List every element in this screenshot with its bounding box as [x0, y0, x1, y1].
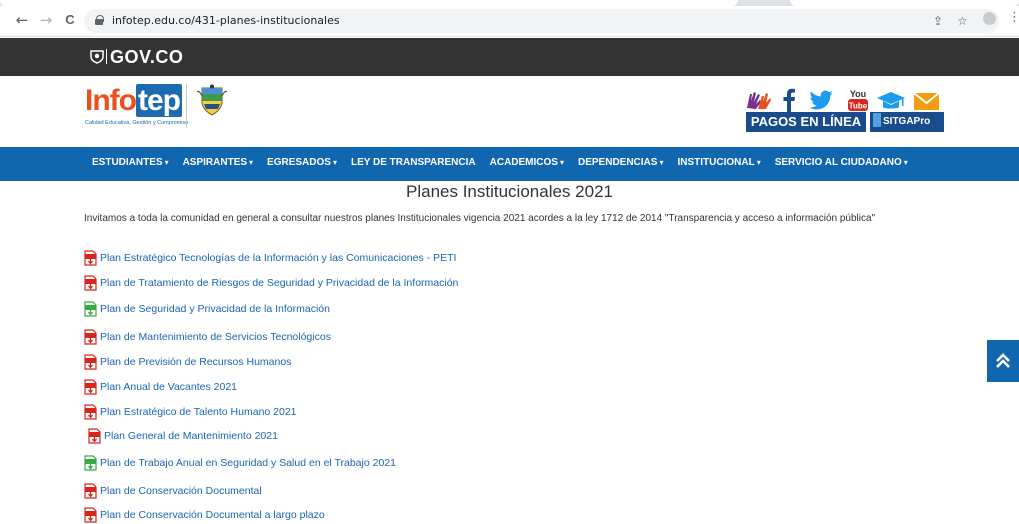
intro-paragraph: Invitamos a toda la comunidad en general… — [84, 213, 876, 224]
chevron-down-icon: ▾ — [903, 158, 908, 167]
url-text[interactable]: infotep.edu.co/431-planes-institucionale… — [112, 14, 340, 27]
document-item[interactable]: Plan de Previsión de Recursos Humanos — [84, 353, 291, 371]
reload-button[interactable]: C — [62, 12, 78, 28]
logo-divider — [186, 84, 187, 128]
gov-co-bar: GOV.CO — [0, 38, 1019, 76]
document-link[interactable]: Plan de Seguridad y Privacidad de la Inf… — [100, 303, 330, 315]
document-item[interactable]: Plan de Seguridad y Privacidad de la Inf… — [84, 300, 330, 318]
address-bar[interactable]: infotep.edu.co/431-planes-institucionale… — [84, 9, 999, 33]
nav-item-institucional[interactable]: INSTITUCIONAL ▾ — [677, 157, 760, 168]
chevron-down-icon: ▾ — [559, 158, 564, 167]
document-link[interactable]: Plan de Trabajo Anual en Seguridad y Sal… — [100, 457, 396, 469]
pdf-file-icon — [84, 329, 97, 345]
pdf-file-icon — [84, 275, 97, 291]
gov-shield-icon — [90, 50, 104, 64]
forward-button[interactable]: → — [38, 12, 54, 28]
nav-item-academicos[interactable]: ACADEMICOS ▾ — [490, 157, 564, 168]
browser-menu-icon[interactable]: ⋮ — [1008, 10, 1019, 25]
document-link[interactable]: Plan de Tratamiento de Riesgos de Seguri… — [100, 277, 458, 289]
site-header: Infotep Calidad Educativa, Gestión y Com… — [0, 76, 1019, 147]
document-item[interactable]: Plan Anual de Vacantes 2021 — [84, 378, 237, 396]
document-link[interactable]: Plan Anual de Vacantes 2021 — [100, 381, 237, 393]
back-button[interactable]: ← — [14, 12, 30, 28]
document-item[interactable]: Plan Estratégico de Talento Humano 2021 — [84, 403, 297, 421]
youtube-icon[interactable]: You Tube — [847, 88, 869, 112]
twitter-icon[interactable] — [810, 88, 834, 112]
document-link[interactable]: Plan de Mantenimiento de Servicios Tecno… — [100, 331, 331, 343]
document-item[interactable]: Plan General de Mantenimiento 2021 — [84, 427, 278, 445]
profile-avatar[interactable] — [983, 12, 996, 25]
email-icon[interactable] — [913, 88, 940, 112]
document-link[interactable]: Plan de Conservación Documental a largo … — [100, 509, 325, 521]
document-link[interactable]: Plan Estratégico Tecnologías de la Infor… — [100, 252, 456, 264]
colombia-crest-icon — [196, 84, 228, 116]
nav-item-ley-de-transparencia[interactable]: LEY DE TRANSPARENCIA — [351, 157, 476, 168]
infotep-logo[interactable]: Infotep Calidad Educativa, Gestión y Com… — [85, 84, 188, 128]
graduation-cap-icon[interactable] — [876, 88, 906, 112]
chevron-down-icon: ▾ — [164, 158, 169, 167]
document-item[interactable]: Plan de Conservación Documental a largo … — [84, 506, 325, 524]
nav-item-servicio-al-ciudadano[interactable]: SERVICIO AL CIUDADANO ▾ — [775, 157, 908, 168]
sitgapro-logo-icon — [873, 113, 881, 127]
document-link[interactable]: Plan de Previsión de Recursos Humanos — [100, 356, 291, 368]
sitgapro-button[interactable]: SITGAPro — [870, 112, 944, 132]
document-item[interactable]: Plan de Tratamiento de Riesgos de Seguri… — [84, 274, 458, 292]
spreadsheet-file-icon — [84, 301, 97, 317]
pdf-file-icon — [88, 428, 101, 444]
sign-language-icon[interactable] — [744, 88, 772, 112]
youtube-bottom-text: Tube — [849, 102, 868, 111]
pagos-en-linea-button[interactable]: PAGOS EN LÍNEA — [746, 112, 866, 132]
gov-separator — [106, 49, 107, 64]
lock-icon[interactable] — [95, 15, 104, 25]
document-item[interactable]: Plan Estratégico Tecnologías de la Infor… — [84, 249, 456, 267]
share-icon[interactable]: ⇪ — [933, 14, 943, 28]
pdf-file-icon — [84, 404, 97, 420]
nav-item-estudiantes[interactable]: ESTUDIANTES ▾ — [92, 157, 169, 168]
logo-info-text: Info — [85, 84, 137, 117]
pdf-file-icon — [84, 379, 97, 395]
pdf-file-icon — [84, 507, 97, 523]
pdf-file-icon — [84, 483, 97, 499]
nav-item-aspirantes[interactable]: ASPIRANTES ▾ — [183, 157, 253, 168]
logo-tep-text: tep — [135, 84, 182, 117]
chevron-down-icon: ▾ — [332, 158, 337, 167]
spreadsheet-file-icon — [84, 455, 97, 471]
nav-item-dependencias[interactable]: DEPENDENCIAS ▾ — [578, 157, 663, 168]
document-item[interactable]: Plan de Mantenimiento de Servicios Tecno… — [84, 328, 331, 346]
chevron-down-icon: ▾ — [249, 158, 254, 167]
document-item[interactable]: Plan de Conservación Documental — [84, 482, 262, 500]
tab-strip — [0, 0, 1019, 6]
logo-tagline: Calidad Educativa, Gestión y Compromiso — [85, 120, 189, 126]
chevron-down-icon: ▾ — [659, 158, 664, 167]
document-link[interactable]: Plan Estratégico de Talento Humano 2021 — [100, 406, 297, 418]
active-tab[interactable] — [0, 0, 738, 6]
document-item[interactable]: Plan de Trabajo Anual en Seguridad y Sal… — [84, 454, 396, 472]
main-navigation: ESTUDIANTES ▾ ASPIRANTES ▾ EGRESADOS ▾ LEY … — [0, 147, 1019, 181]
document-link[interactable]: Plan de Conservación Documental — [100, 485, 262, 497]
pdf-file-icon — [84, 250, 97, 266]
pdf-file-icon — [84, 354, 97, 370]
facebook-icon[interactable] — [782, 88, 796, 112]
document-link[interactable]: Plan General de Mantenimiento 2021 — [104, 430, 278, 442]
gov-co-link[interactable]: GOV.CO — [110, 47, 183, 68]
browser-toolbar: ← → C infotep.edu.co/431-planes-instituc… — [0, 0, 1019, 37]
inactive-tab[interactable] — [790, 0, 1019, 6]
chevron-down-icon: ▾ — [756, 158, 761, 167]
double-chevron-up-icon — [996, 353, 1010, 368]
youtube-top-text: You — [850, 89, 866, 99]
nav-item-egresados[interactable]: EGRESADOS ▾ — [267, 157, 337, 168]
page-title: Planes Institucionales 2021 — [406, 182, 613, 201]
bookmark-star-icon[interactable]: ☆ — [957, 14, 968, 28]
scroll-to-top-button[interactable] — [987, 340, 1019, 382]
sitgapro-label: SITGAPro — [883, 116, 931, 127]
